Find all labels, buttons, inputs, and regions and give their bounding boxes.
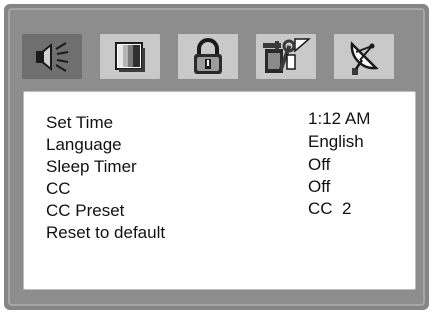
menu-label: Sleep Timer — [46, 157, 137, 176]
menu-row-cc-preset[interactable]: CC Preset CC 2 — [24, 199, 415, 222]
menu-row-cc[interactable]: CC Off — [24, 177, 415, 200]
speaker-icon — [30, 41, 74, 73]
tab-parental[interactable] — [178, 34, 238, 79]
menu-label: CC — [46, 179, 71, 198]
tools-icon — [261, 37, 311, 77]
lock-icon — [188, 37, 228, 76]
tab-video[interactable] — [100, 34, 160, 79]
menu-value: CC 2 — [308, 199, 352, 218]
menu-value: Off — [308, 177, 331, 196]
menu-label: Language — [46, 135, 122, 154]
menu-row-reset[interactable]: Reset to default — [24, 222, 415, 244]
menu-value: English — [308, 132, 364, 151]
tab-setup[interactable] — [256, 34, 316, 79]
tab-audio[interactable] — [22, 34, 82, 79]
tab-satellite[interactable] — [334, 34, 394, 79]
video-icon — [110, 40, 150, 74]
menu-label: Reset to default — [46, 223, 166, 242]
menu-row-language[interactable]: Language English — [24, 132, 415, 156]
settings-panel: Set Time 1:12 AM Language English Sleep … — [24, 92, 415, 289]
menu-label: Set Time — [46, 113, 114, 132]
satellite-dish-icon — [344, 38, 384, 76]
menu-label: CC Preset — [46, 201, 125, 220]
settings-window: Set Time 1:12 AM Language English Sleep … — [4, 4, 429, 310]
menu-value: Off — [308, 155, 331, 174]
menu-value: 1:12 AM — [308, 109, 371, 128]
menu-row-sleep-timer[interactable]: Sleep Timer Off — [24, 155, 415, 178]
